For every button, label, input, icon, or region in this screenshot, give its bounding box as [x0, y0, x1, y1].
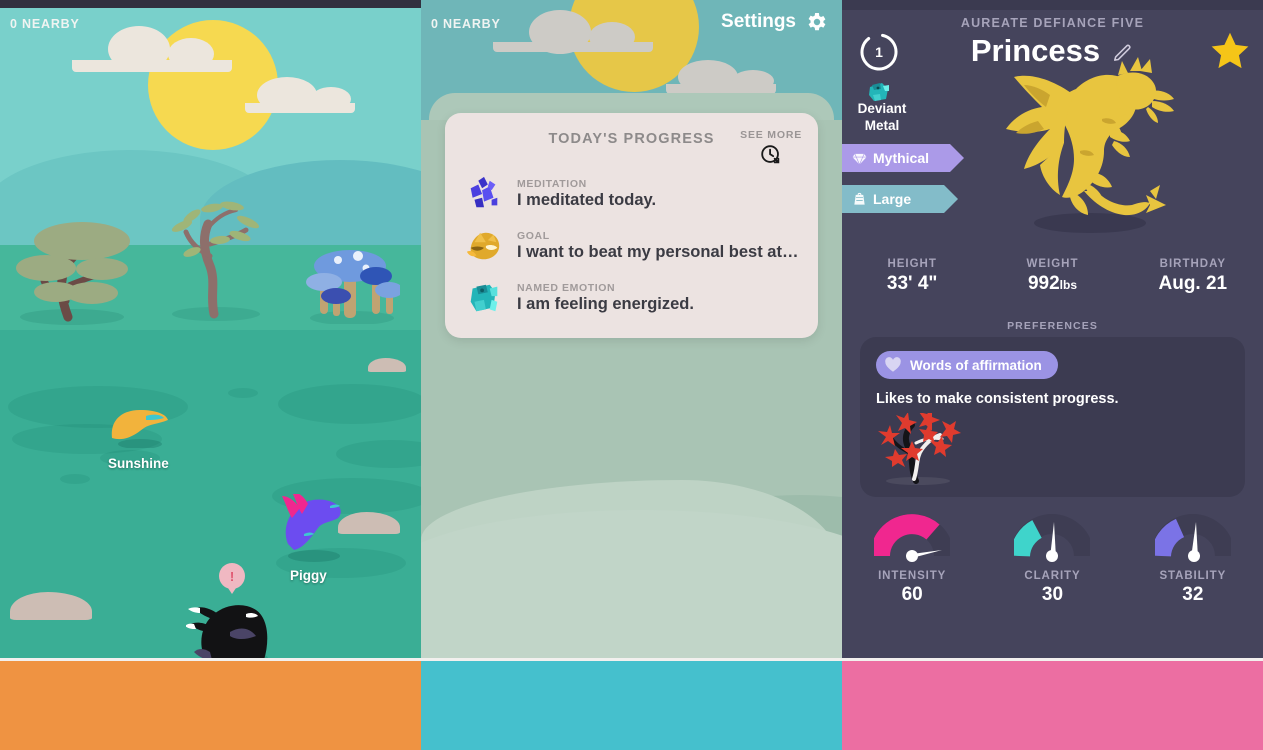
red-blossom-tree-icon — [878, 409, 961, 485]
alert-badge[interactable]: ! — [219, 563, 245, 594]
attribute-number: 992 — [1027, 273, 1060, 294]
cloud-icon — [72, 26, 232, 72]
golden-fox-icon — [466, 232, 500, 260]
pet-size-label: Large — [873, 191, 912, 207]
attribute-number: 33' 4" — [886, 273, 938, 294]
gauge-clarity: CLARITY 30 — [982, 512, 1122, 606]
attribute-label: HEIGHT — [887, 258, 937, 270]
teal-beast-icon — [470, 284, 498, 312]
attribute-number: Aug. 21 — [1158, 273, 1228, 294]
gold-dragon-icon[interactable] — [990, 55, 1180, 235]
gauge-dial-icon — [1154, 514, 1231, 562]
bottom-bar-pink — [842, 661, 1263, 750]
pet-element-line1: Deviant — [857, 101, 907, 116]
settings-label: Settings — [721, 11, 796, 32]
gauge-value: 32 — [1182, 584, 1204, 605]
home-wave-front — [421, 510, 842, 661]
todays-progress-card: TODAY'S PROGRESS SEE MORE MEDITATION I m… — [445, 113, 818, 338]
creature-black-swan-icon[interactable] — [186, 596, 282, 661]
bottom-bar-cyan — [421, 661, 842, 750]
creature-label-piggy: Piggy — [290, 568, 327, 583]
attribute-label: BIRTHDAY — [1159, 258, 1226, 270]
crystal-shard-icon — [470, 176, 498, 208]
star-icon[interactable] — [1209, 30, 1251, 72]
preferences-heading: PREFERENCES — [1007, 320, 1098, 332]
habitat-panel: Sunshine Piggy ! 0 NEARBY — [0, 0, 421, 661]
nearby-count-label: 0 NEARBY — [431, 17, 501, 31]
settings-button[interactable]: Settings — [721, 10, 828, 34]
see-more-button[interactable]: SEE MORE — [740, 129, 802, 166]
pet-attribute: BIRTHDAY Aug. 21 — [1123, 258, 1263, 295]
attribute-value: 33' 4" — [842, 273, 982, 295]
gauge-dial-icon — [1014, 514, 1091, 562]
bonsai-tree-icon — [16, 222, 130, 325]
progress-text: I am feeling energized. — [517, 295, 694, 313]
pet-rarity-tag[interactable]: Mythical — [842, 144, 964, 172]
pet-element-line2: Metal — [864, 118, 900, 133]
pet-attribute: WEIGHT 992lbs — [982, 258, 1122, 295]
gauge-dial-icon — [874, 514, 951, 562]
clock-history-icon — [740, 144, 802, 166]
pet-attributes-row: HEIGHT 33' 4" WEIGHT 992lbs BIRTHDAY Aug… — [842, 258, 1263, 295]
progress-kicker: NAMED EMOTION — [517, 282, 616, 294]
gear-icon — [808, 13, 826, 31]
attribute-value: 992lbs — [982, 273, 1122, 295]
attribute-value: Aug. 21 — [1123, 273, 1263, 295]
pet-level-ring: 1 — [858, 31, 900, 73]
twisted-tree-icon — [171, 201, 260, 321]
gauge-intensity: INTENSITY 60 — [842, 512, 982, 606]
cloud-icon — [493, 10, 653, 54]
gem-icon — [852, 151, 867, 166]
bottom-bar-orange — [0, 661, 421, 750]
home-panel: 0 NEARBY Settings TODAY'S PROGRESS SEE M… — [421, 0, 842, 661]
preference-pill-label: Words of affirmation — [910, 357, 1042, 373]
pet-detail-panel: AUREATE DEFIANCE FIVE Princess 1 Deviant… — [842, 0, 1263, 661]
gauge-label: INTENSITY — [878, 570, 947, 582]
pet-element-label: Deviant Metal — [842, 100, 922, 134]
pet-size-tag[interactable]: Large — [842, 185, 958, 213]
ground-blob — [278, 384, 421, 424]
heart-icon — [885, 357, 901, 372]
status-bar — [0, 0, 421, 8]
attribute-unit: lbs — [1059, 278, 1078, 292]
progress-row[interactable]: GOAL I want to beat my personal best at… — [465, 227, 804, 265]
cloud-icon — [245, 77, 355, 113]
gauge-value: 30 — [1041, 584, 1064, 605]
progress-kicker: MEDITATION — [517, 178, 587, 190]
preference-description: Likes to make consistent progress. — [876, 391, 1119, 407]
progress-row[interactable]: NAMED EMOTION I am feeling energized. — [465, 279, 804, 317]
progress-row[interactable]: MEDITATION I meditated today. — [465, 175, 804, 213]
progress-kicker: GOAL — [517, 230, 550, 242]
gauge-label: CLARITY — [1024, 570, 1081, 582]
app-screenshot: Sunshine Piggy ! 0 NEARBY 0 NEARBY Setti… — [0, 0, 1263, 750]
gauge-value: 60 — [901, 584, 923, 605]
pet-attribute: HEIGHT 33' 4" — [842, 258, 982, 295]
creature-sunshine-icon[interactable] — [106, 398, 172, 448]
progress-text: I meditated today. — [517, 191, 657, 209]
gauge-label: STABILITY — [1159, 570, 1227, 582]
pet-level-value: 1 — [875, 44, 883, 60]
status-bar — [842, 0, 1263, 10]
attribute-label: WEIGHT — [1026, 258, 1079, 270]
ground-blob — [228, 388, 258, 398]
weight-icon — [852, 192, 867, 207]
nearby-count-label: 0 NEARBY — [10, 17, 80, 31]
see-more-label: SEE MORE — [740, 129, 802, 141]
ground-blob — [60, 474, 90, 484]
creature-label-sunshine: Sunshine — [108, 456, 169, 471]
progress-text: I want to beat my personal best at… — [517, 243, 799, 261]
creature-piggy-icon[interactable] — [278, 494, 348, 562]
mushroom-cluster-icon — [306, 250, 400, 324]
pet-rarity-label: Mythical — [873, 150, 930, 166]
pet-species-name: AUREATE DEFIANCE FIVE — [960, 16, 1145, 30]
pet-gauges-row: INTENSITY 60 CLARITY 30 STABILITY 32 — [842, 512, 1263, 606]
gauge-stability: STABILITY 32 — [1123, 512, 1263, 606]
rock-icon — [368, 358, 406, 372]
preference-pill[interactable]: Words of affirmation — [876, 351, 1058, 379]
preference-card: Words of affirmation Likes to make consi… — [860, 337, 1245, 497]
